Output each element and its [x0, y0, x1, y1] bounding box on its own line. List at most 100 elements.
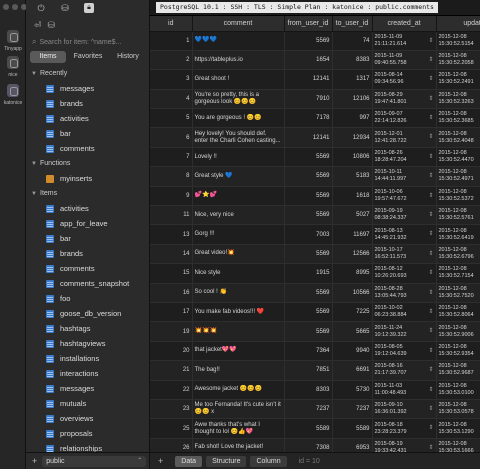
- table-row[interactable]: 14 Great video!💥 5569 12566 2015-10-17 16:52…: [150, 244, 480, 265]
- cell-created-at[interactable]: 2015-09-10 16:36:01.392 ⇕: [372, 399, 437, 420]
- table-item[interactable]: comments: [26, 261, 150, 276]
- connection-katonice[interactable]: katonice: [0, 84, 26, 106]
- table-row[interactable]: 1 💙💙💙 5569 74 2015-11-09 21:11:21.614 ⇕ 2015-1…: [150, 31, 480, 51]
- cell-updated[interactable]: 2015-12-08 15:30:53.1290: [436, 418, 480, 439]
- cell-id[interactable]: 23: [150, 399, 193, 420]
- cell-created-at[interactable]: 2015-09-19 08:38:24.337 ⇕: [372, 205, 437, 226]
- cell-updated[interactable]: 2015-12-08 15:30:52.9006: [436, 321, 480, 342]
- table-row[interactable]: 5 You are gorgeous ! 😊😊 7178 997 2015-09-07 …: [150, 108, 480, 129]
- table-row[interactable]: 22 Awesome jacket 😊😊😊 8303 5730 2015-11-03 1…: [150, 380, 480, 400]
- table-item[interactable]: goose_db_version: [26, 306, 150, 321]
- cell-to-user-id[interactable]: 12566: [332, 244, 373, 265]
- table-row[interactable]: 11 Nice, very nice 5569 5027 2015-09-19 08:3…: [150, 205, 480, 226]
- date-stepper-icon[interactable]: ⇕: [428, 57, 433, 64]
- cell-from-user-id[interactable]: 5569: [284, 31, 333, 51]
- cell-created-at[interactable]: 2015-08-26 18:28:47.204 ⇕: [372, 147, 437, 168]
- cell-id[interactable]: 2: [150, 50, 193, 71]
- cell-created-at[interactable]: 2015-11-03 11:00:48.493 ⇕: [372, 380, 437, 400]
- date-stepper-icon[interactable]: ⇕: [428, 328, 433, 335]
- cell-to-user-id[interactable]: 5183: [332, 166, 373, 187]
- cell-comment[interactable]: Fab shot! Love the jacket!: [192, 438, 285, 452]
- cell-comment[interactable]: Nice, very nice: [192, 205, 285, 226]
- filter-input[interactable]: id = 10: [299, 458, 320, 465]
- cell-comment[interactable]: The bag!!: [192, 360, 285, 381]
- cell-created-at[interactable]: 2015-11-24 10:12:39.322 ⇕: [372, 321, 437, 342]
- add-row-icon[interactable]: +: [158, 456, 163, 466]
- date-stepper-icon[interactable]: ⇕: [428, 270, 433, 277]
- cell-updated[interactable]: 2015-12-08 15:30:52.2058: [436, 50, 480, 71]
- table-row[interactable]: 3 Great shoot ! 12141 1317 2015-08-14 09:34:…: [150, 69, 480, 90]
- tab-items[interactable]: Items: [30, 51, 66, 63]
- function-item[interactable]: myinserts: [26, 171, 150, 186]
- cell-created-at[interactable]: 2015-08-19 19:33:42.431 ⇕: [372, 438, 437, 452]
- date-stepper-icon[interactable]: ⇕: [428, 367, 433, 374]
- table-item[interactable]: overviews: [26, 411, 150, 426]
- table-item[interactable]: bar: [26, 126, 150, 141]
- cell-updated[interactable]: 2015-12-08 15:30:52.4048: [436, 127, 480, 148]
- cell-id[interactable]: 9: [150, 186, 193, 207]
- cell-from-user-id[interactable]: 7237: [284, 399, 333, 420]
- cell-to-user-id[interactable]: 74: [332, 31, 373, 51]
- cell-updated[interactable]: 2015-12-08 15:30:53.0100: [436, 380, 480, 400]
- cell-to-user-id[interactable]: 11697: [332, 224, 373, 245]
- cell-updated[interactable]: 2015-12-08 15:30:52.5154: [436, 31, 480, 51]
- table-item[interactable]: activities: [26, 201, 150, 216]
- cell-created-at[interactable]: 2015-09-07 22:14:12.826 ⇕: [372, 108, 437, 129]
- table-item[interactable]: bar: [26, 231, 150, 246]
- database-icon[interactable]: ⛁: [60, 3, 70, 13]
- cell-to-user-id[interactable]: 1317: [332, 69, 373, 90]
- table-item[interactable]: installations: [26, 351, 150, 366]
- date-stepper-icon[interactable]: ⇕: [428, 115, 433, 122]
- cell-to-user-id[interactable]: 12934: [332, 127, 373, 148]
- cell-to-user-id[interactable]: 8383: [332, 50, 373, 71]
- cell-updated[interactable]: 2015-12-08 15:30:53.0578: [436, 399, 480, 420]
- cell-updated[interactable]: 2015-12-08 15:30:52.4470: [436, 147, 480, 168]
- cell-created-at[interactable]: 2015-08-14 09:34:56.96 ⇕: [372, 69, 437, 90]
- cell-id[interactable]: 5: [150, 108, 193, 129]
- cell-created-at[interactable]: 2015-10-06 19:57:47.672 ⇕: [372, 186, 437, 207]
- cell-created-at[interactable]: 2015-10-17 16:52:11.573 ⇕: [372, 244, 437, 265]
- cell-to-user-id[interactable]: 6691: [332, 360, 373, 381]
- cell-comment[interactable]: Lovely !!: [192, 147, 285, 168]
- table-item[interactable]: hashtags: [26, 321, 150, 336]
- cell-comment[interactable]: So cool ! 👏: [192, 283, 285, 303]
- table-row[interactable]: 25 Aww thanks that's what I thought to lo…: [150, 418, 480, 439]
- cell-updated[interactable]: 2015-12-08 15:30:52.4971: [436, 166, 480, 187]
- cell-comment[interactable]: that jacket💖💖: [192, 341, 285, 362]
- table-item[interactable]: comments: [26, 141, 150, 156]
- cell-from-user-id[interactable]: 8303: [284, 380, 333, 400]
- table-item[interactable]: messages: [26, 81, 150, 96]
- cell-comment[interactable]: Great shoot !: [192, 69, 285, 90]
- cell-to-user-id[interactable]: 7237: [332, 399, 373, 420]
- cell-comment[interactable]: Aww thanks that's what I thought to lol …: [192, 418, 285, 439]
- cell-id[interactable]: 4: [150, 89, 193, 110]
- database-icon[interactable]: ⛁: [48, 20, 56, 31]
- cell-id[interactable]: 14: [150, 244, 193, 265]
- lock-icon[interactable]: 🔒︎: [84, 3, 94, 13]
- table-item[interactable]: app_for_leave: [26, 216, 150, 231]
- table-row[interactable]: 2 https://tableplus.io 1654 8383 2015-11-09 …: [150, 50, 480, 71]
- cell-comment[interactable]: You make fab videos!!! ❤️: [192, 302, 285, 323]
- column-button[interactable]: Column: [250, 455, 287, 467]
- cell-to-user-id[interactable]: 1618: [332, 186, 373, 207]
- cell-updated[interactable]: 2015-12-08 15:30:52.3263: [436, 89, 480, 110]
- cell-id[interactable]: 20: [150, 341, 193, 362]
- connection-nice[interactable]: nice: [0, 56, 26, 78]
- section-functions[interactable]: ▼ Functions: [26, 156, 150, 171]
- cell-id[interactable]: 17: [150, 302, 193, 323]
- cell-id[interactable]: 13: [150, 224, 193, 245]
- cell-from-user-id[interactable]: 12141: [284, 127, 333, 148]
- cell-created-at[interactable]: 2015-08-13 14:45:21.932 ⇕: [372, 224, 437, 245]
- cell-from-user-id[interactable]: 7910: [284, 89, 333, 110]
- cell-created-at[interactable]: 2015-10-11 14:44:11.997 ⇕: [372, 166, 437, 187]
- close-window-button[interactable]: [3, 4, 9, 10]
- date-stepper-icon[interactable]: ⇕: [428, 290, 433, 297]
- cell-updated[interactable]: 2015-12-08 15:30:53.1666: [436, 438, 480, 452]
- search-field[interactable]: ⌕ Search for item: ^name$...: [32, 36, 144, 48]
- date-stepper-icon[interactable]: ⇕: [428, 406, 433, 413]
- table-row[interactable]: 17 You make fab videos!!! ❤️ 5569 7225 2015-…: [150, 302, 480, 323]
- date-stepper-icon[interactable]: ⇕: [428, 231, 433, 238]
- table-row[interactable]: 16 So cool ! 👏 5569 10566 2015-08-28 13:05:4…: [150, 283, 480, 303]
- column-header-created-at[interactable]: created_at: [372, 16, 437, 32]
- cell-id[interactable]: 3: [150, 69, 193, 90]
